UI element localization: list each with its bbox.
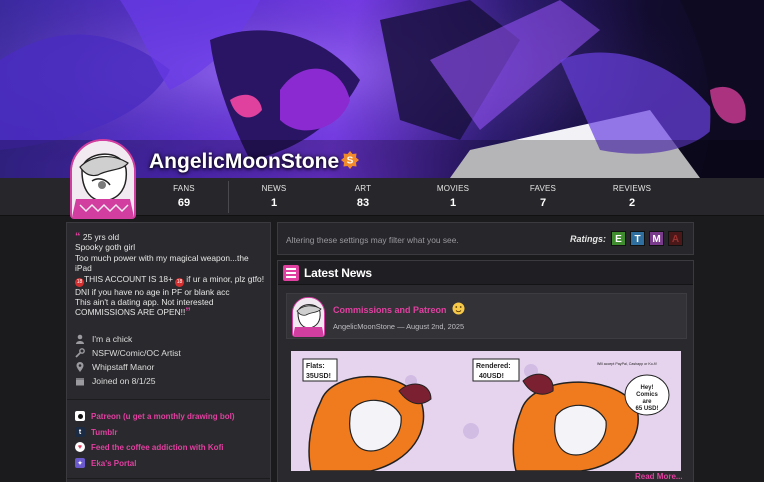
info-text: Whipstaff Manor xyxy=(92,362,155,372)
info-text: Joined on 8/1/25 xyxy=(92,376,156,386)
read-more-link[interactable]: Read More... xyxy=(635,472,683,481)
username[interactable]: AngelicMoonStone xyxy=(149,150,339,174)
profile-sidebar: “ 25 yrs old Spooky goth girl Too much p… xyxy=(66,222,271,482)
post-meta: AngelicMoonStone — August 2nd, 2025 xyxy=(333,322,465,331)
location-pin-icon xyxy=(76,362,84,372)
rating-toggle-a[interactable]: A xyxy=(668,231,683,246)
ratings-label: Ratings: xyxy=(570,234,606,244)
content-filter-bar: Altering these settings may filter what … xyxy=(277,222,694,255)
link-text[interactable]: Feed the coffee addiction with Kofi xyxy=(91,443,223,452)
latest-news-panel: Latest News Commissions and Patreon Ange… xyxy=(277,260,694,482)
link-ekas-portal[interactable]: ✦ Eka's Portal xyxy=(75,457,136,469)
sidebar-divider xyxy=(67,399,270,400)
bio-line: COMMISSIONS ARE OPEN!! xyxy=(75,307,186,318)
speech-bubble-line: Comics xyxy=(636,392,658,398)
bio-line: Spooky goth girl xyxy=(75,242,136,253)
stat-art[interactable]: ART 83 xyxy=(323,184,403,209)
rendered-label: Rendered: xyxy=(476,363,511,370)
open-quote: “ xyxy=(75,231,81,243)
portal-icon: ✦ xyxy=(75,458,85,468)
news-list-icon xyxy=(283,265,299,281)
stat-value: 7 xyxy=(539,197,547,209)
rating-toggle-t[interactable]: T xyxy=(630,231,645,246)
supporter-badge-icon[interactable]: S xyxy=(341,151,359,169)
rating-toggle-e[interactable]: E xyxy=(611,231,626,246)
filter-notice: Altering these settings may filter what … xyxy=(286,235,459,245)
flats-label: Flats: xyxy=(306,363,325,370)
supporter-badge-letter: S xyxy=(347,156,354,167)
bio-line: Too much power with my magical weapon...… xyxy=(75,252,249,274)
stat-label: NEWS xyxy=(261,184,287,193)
rendered-price: 40USD! xyxy=(479,373,504,380)
link-kofi[interactable]: ♥ Feed the coffee addiction with Kofi xyxy=(75,441,223,453)
sidebar-divider xyxy=(67,478,270,479)
link-patreon[interactable]: Patreon (u get a monthly drawing bol) xyxy=(75,410,235,422)
stat-news[interactable]: NEWS 1 xyxy=(234,184,314,209)
stat-label: REVIEWS xyxy=(612,184,652,193)
speech-bubble-line: are xyxy=(642,399,652,405)
stat-label: FAVES xyxy=(529,184,557,193)
bio-text: “ 25 yrs old Spooky goth girl Too much p… xyxy=(75,232,265,318)
info-occupation: NSFW/Comic/OC Artist xyxy=(75,347,181,359)
stat-value: 83 xyxy=(356,197,370,209)
kofi-icon: ♥ xyxy=(75,442,85,452)
link-text[interactable]: Eka's Portal xyxy=(91,459,136,468)
user-icon xyxy=(76,334,84,344)
stat-movies[interactable]: MOVIES 1 xyxy=(413,184,493,209)
payment-note: Will accept PayPal, Cashapp or Ko-fi! xyxy=(597,362,657,366)
stat-label: ART xyxy=(354,184,372,193)
stat-fans[interactable]: FANS 69 xyxy=(144,184,224,209)
post-image[interactable]: Flats: 35USD! Rendered: 40USD! Will acce… xyxy=(291,351,681,471)
stats-divider xyxy=(228,181,229,213)
calendar-icon xyxy=(76,378,84,386)
stat-reviews[interactable]: REVIEWS 2 xyxy=(592,184,672,209)
news-post[interactable]: Commissions and Patreon AngelicMoonStone… xyxy=(286,293,687,339)
avatar-art xyxy=(72,141,134,217)
rating-toggle-m[interactable]: M xyxy=(649,231,664,246)
wrench-icon xyxy=(75,348,85,358)
speech-bubble-line: 65 USD! xyxy=(635,406,658,412)
stat-label: MOVIES xyxy=(436,184,470,193)
stat-label: FANS xyxy=(173,184,195,193)
speech-bubble-line: Hey! xyxy=(640,385,653,391)
post-title[interactable]: Commissions and Patreon xyxy=(333,305,447,315)
link-tumblr[interactable]: t Tumblr xyxy=(75,426,118,438)
bio-line: THIS ACCOUNT IS 18+ xyxy=(84,273,173,284)
info-text: NSFW/Comic/OC Artist xyxy=(92,348,181,358)
news-header: Latest News xyxy=(278,261,693,285)
bio-line: This ain't a dating app. Not interested xyxy=(75,297,214,308)
info-joined: Joined on 8/1/25 xyxy=(75,375,156,387)
bio-line: 25 yrs old xyxy=(82,232,120,242)
smiley-emoji-icon xyxy=(452,302,465,315)
info-gender: I'm a chick xyxy=(75,333,132,345)
commission-art: Flats: 35USD! Rendered: 40USD! Will acce… xyxy=(291,351,681,471)
stat-value: 1 xyxy=(449,197,457,209)
tumblr-icon: t xyxy=(75,427,85,437)
patreon-icon xyxy=(75,411,85,421)
info-location: Whipstaff Manor xyxy=(75,361,154,373)
link-text[interactable]: Tumblr xyxy=(91,428,118,437)
close-quote: ” xyxy=(185,306,191,319)
link-text[interactable]: Patreon (u get a monthly drawing bol) xyxy=(91,412,235,421)
news-title: Latest News xyxy=(304,266,372,280)
flats-price: 35USD! xyxy=(306,373,331,380)
info-text: I'm a chick xyxy=(92,334,133,344)
post-avatar-art xyxy=(293,298,324,336)
avatar[interactable] xyxy=(70,139,136,219)
age-restriction-icon: 18 xyxy=(174,277,184,287)
post-author-avatar[interactable] xyxy=(292,297,325,337)
age-restriction-icon: 18 xyxy=(75,277,84,287)
stat-faves[interactable]: FAVES 7 xyxy=(503,184,583,209)
stat-value: 1 xyxy=(270,197,278,209)
stat-value: 2 xyxy=(628,197,636,209)
stat-value: 69 xyxy=(177,197,191,209)
profile-page: FANS 69 NEWS 1 ART 83 MOVIES 1 FAVES 7 R… xyxy=(0,0,764,482)
